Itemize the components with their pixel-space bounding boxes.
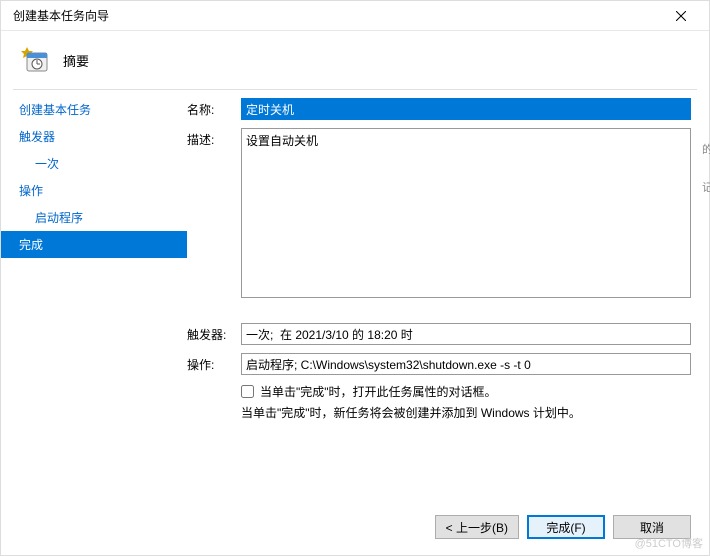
back-button[interactable]: < 上一步(B): [435, 515, 519, 539]
wizard-header: 摘要: [1, 31, 709, 89]
open-properties-checkbox[interactable]: [241, 385, 254, 398]
titlebar: 创建基本任务向导: [1, 1, 709, 31]
edge-text-1: 的: [702, 141, 710, 157]
wizard-body: 创建基本任务 触发器 一次 操作 启动程序 完成 名称: 描述: 设置自动关机: [1, 90, 709, 492]
main-panel: 名称: 描述: 设置自动关机 触发器: 操作:: [187, 90, 709, 492]
sidebar-item-create-task[interactable]: 创建基本任务: [1, 96, 187, 123]
name-input[interactable]: [241, 98, 691, 120]
action-label: 操作:: [187, 353, 241, 373]
close-button[interactable]: [661, 1, 701, 30]
desc-label: 描述:: [187, 128, 241, 148]
wizard-window: 创建基本任务向导 摘要 创建基本任务 触发器 一次 操作 启动程序 完成: [0, 0, 710, 556]
checkbox-label: 当单击"完成"时，打开此任务属性的对话框。: [260, 383, 497, 400]
trigger-label: 触发器:: [187, 323, 241, 343]
edge-text-2: 记: [702, 179, 710, 195]
page-title: 摘要: [63, 51, 89, 70]
desc-input[interactable]: 设置自动关机: [241, 128, 691, 298]
summary-icon: [19, 45, 49, 75]
info-text: 当单击"完成"时，新任务将会被创建并添加到 Windows 计划中。: [241, 404, 691, 421]
finish-button[interactable]: 完成(F): [527, 515, 605, 539]
close-icon: [676, 11, 686, 21]
sidebar: 创建基本任务 触发器 一次 操作 启动程序 完成: [1, 90, 187, 492]
action-field: [241, 353, 691, 375]
sidebar-item-action[interactable]: 操作: [1, 177, 187, 204]
sidebar-item-start-program[interactable]: 启动程序: [1, 204, 187, 231]
sidebar-item-trigger[interactable]: 触发器: [1, 123, 187, 150]
watermark: @51CTO博客: [635, 535, 703, 551]
trigger-field: [241, 323, 691, 345]
window-title: 创建基本任务向导: [13, 7, 109, 24]
sidebar-item-finish[interactable]: 完成: [1, 231, 187, 258]
sidebar-item-once[interactable]: 一次: [1, 150, 187, 177]
name-label: 名称:: [187, 98, 241, 118]
